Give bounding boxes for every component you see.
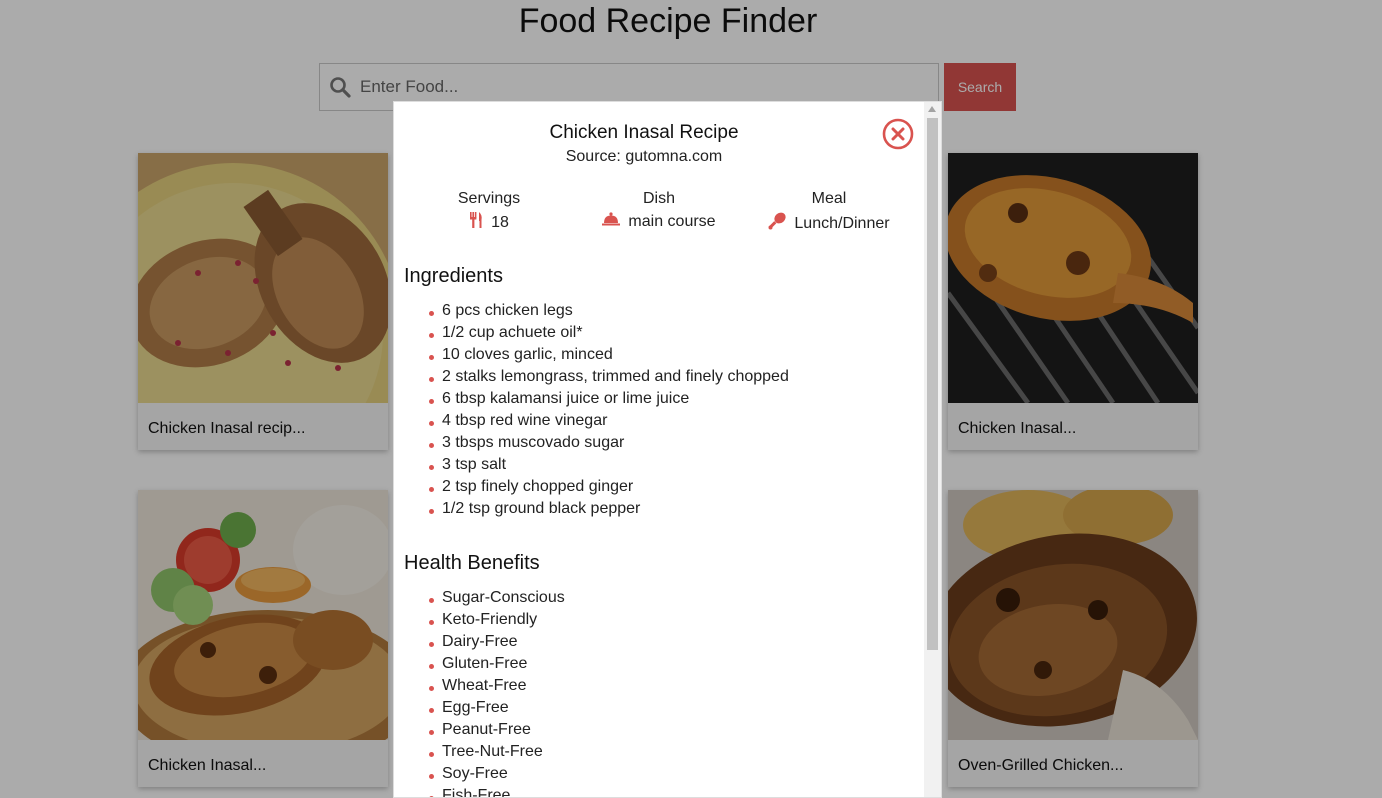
drumstick-icon xyxy=(768,212,787,235)
meal-label: Meal xyxy=(811,190,847,207)
health-benefits-heading: Health Benefits xyxy=(404,552,540,574)
health-benefits-list: Sugar-Conscious Keto-Friendly Dairy-Free… xyxy=(429,587,565,797)
scroll-up-arrow-icon[interactable] xyxy=(928,106,936,112)
recipe-title: Chicken Inasal Recipe xyxy=(549,122,739,143)
health-benefit-item: Wheat-Free xyxy=(429,675,565,697)
health-benefit-item: Gluten-Free xyxy=(429,653,565,675)
recipe-source: Source: gutomna.com xyxy=(565,148,723,165)
health-benefit-item: Soy-Free xyxy=(429,763,565,785)
ingredient-item: 2 tsp finely chopped ginger xyxy=(429,476,789,498)
ingredient-item: 1/2 cup achuete oil* xyxy=(429,322,789,344)
ingredient-item: 1/2 tsp ground black pepper xyxy=(429,498,789,520)
health-benefit-item: Peanut-Free xyxy=(429,719,565,741)
ingredient-item: 6 pcs chicken legs xyxy=(429,300,789,322)
cloche-icon xyxy=(602,212,621,231)
close-button[interactable] xyxy=(882,118,914,150)
ingredients-list: 6 pcs chicken legs 1/2 cup achuete oil* … xyxy=(429,300,789,520)
servings-info: Servings 18 xyxy=(404,190,574,233)
health-benefit-item: Tree-Nut-Free xyxy=(429,741,565,763)
health-benefit-item: Dairy-Free xyxy=(429,631,565,653)
modal-scrollbar[interactable] xyxy=(924,102,941,797)
ingredient-item: 6 tbsp kalamansi juice or lime juice xyxy=(429,388,789,410)
ingredient-item: 2 stalks lemongrass, trimmed and finely … xyxy=(429,366,789,388)
servings-value: 18 xyxy=(491,213,509,231)
ingredient-item: 3 tsp salt xyxy=(429,454,789,476)
health-benefit-item: Keto-Friendly xyxy=(429,609,565,631)
ingredient-item: 4 tbsp red wine vinegar xyxy=(429,410,789,432)
dish-label: Dish xyxy=(642,190,675,207)
dish-info: Dish main course xyxy=(574,190,744,231)
dish-value: main course xyxy=(628,212,716,230)
health-benefit-item: Fish-Free xyxy=(429,785,565,797)
health-benefit-item: Egg-Free xyxy=(429,697,565,719)
ingredient-item: 3 tbsps muscovado sugar xyxy=(429,432,789,454)
utensils-icon xyxy=(469,212,483,233)
meal-info: Meal Lunch/Dinner xyxy=(744,190,914,235)
health-benefit-item: Sugar-Conscious xyxy=(429,587,565,609)
servings-label: Servings xyxy=(457,190,521,207)
ingredients-heading: Ingredients xyxy=(404,265,503,287)
scrollbar-thumb[interactable] xyxy=(927,118,938,650)
close-icon xyxy=(882,118,914,150)
recipe-modal: Chicken Inasal Recipe Source: gutomna.co… xyxy=(393,101,942,798)
ingredient-item: 10 cloves garlic, minced xyxy=(429,344,789,366)
recipe-modal-content[interactable]: Chicken Inasal Recipe Source: gutomna.co… xyxy=(394,102,926,797)
meal-value: Lunch/Dinner xyxy=(794,214,890,232)
